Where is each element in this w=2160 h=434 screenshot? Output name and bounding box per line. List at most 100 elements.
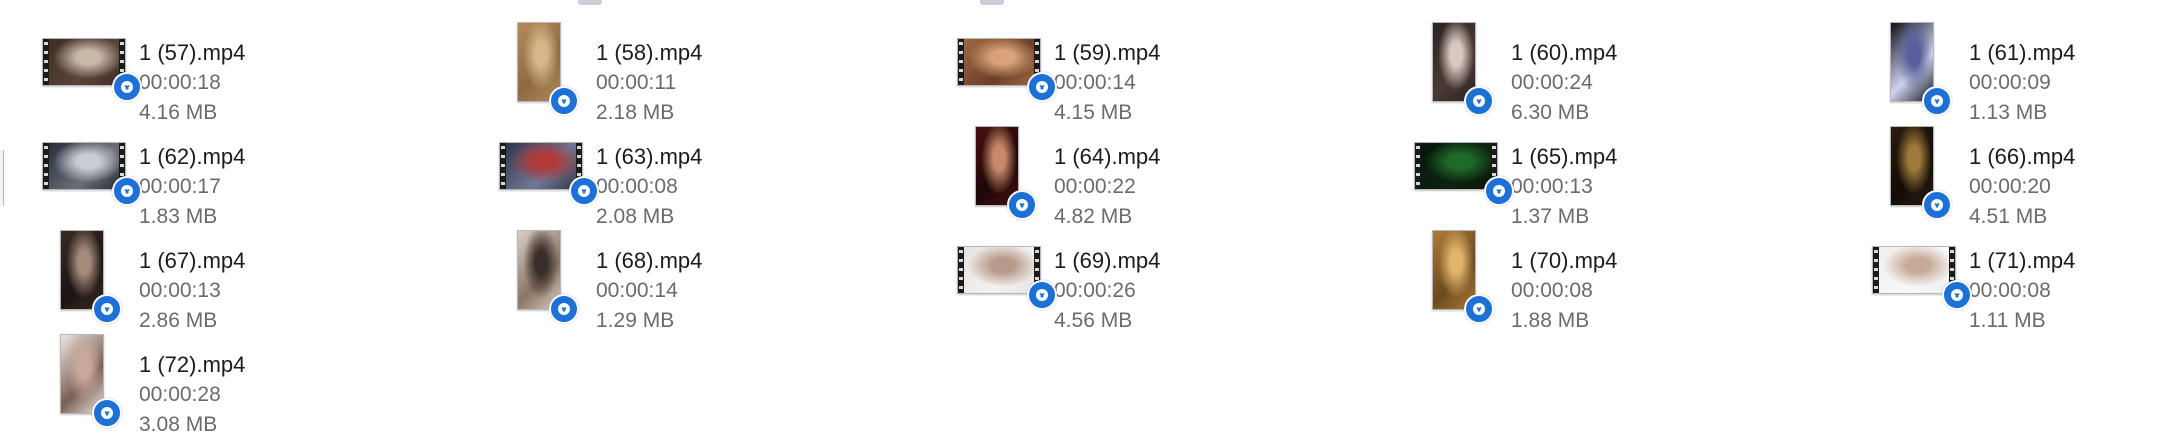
file-name: 1 (64).mp4 <box>1054 144 1161 169</box>
video-player-icon <box>1007 190 1037 220</box>
file-thumbnail-area <box>1412 122 1514 218</box>
file-thumbnail-area <box>1412 226 1498 324</box>
file-tile[interactable]: 1 (62).mp4 00:00:17 1.83 MB <box>0 122 320 228</box>
file-name: 1 (57).mp4 <box>139 40 246 65</box>
file-thumbnail-area <box>955 18 1057 114</box>
file-details: 1 (72).mp4 00:00:28 3.08 MB <box>139 350 245 434</box>
file-details: 1 (63).mp4 00:00:08 2.08 MB <box>596 142 702 232</box>
file-tile[interactable]: 1 (64).mp4 00:00:22 4.82 MB <box>915 122 1235 228</box>
file-thumbnail-area <box>1870 226 1972 322</box>
file-tile[interactable]: 1 (70).mp4 00:00:08 1.88 MB <box>1372 226 1692 332</box>
file-tile[interactable]: 1 (58).mp4 00:00:11 2.18 MB <box>457 18 777 124</box>
file-details: 1 (68).mp4 00:00:14 1.29 MB <box>596 246 702 336</box>
file-thumbnail-area <box>40 18 142 114</box>
video-player-icon <box>1027 72 1057 102</box>
file-name: 1 (69).mp4 <box>1054 248 1161 273</box>
file-duration: 00:00:08 <box>1511 279 1593 302</box>
file-duration: 00:00:18 <box>139 71 221 94</box>
file-duration: 00:00:28 <box>139 383 221 406</box>
file-tile[interactable]: 1 (69).mp4 00:00:26 4.56 MB <box>915 226 1235 332</box>
file-thumbnail-area <box>497 18 583 116</box>
file-tile[interactable]: 1 (72).mp4 00:00:28 3.08 MB <box>0 330 320 434</box>
file-details: 1 (66).mp4 00:00:20 4.51 MB <box>1969 142 2075 232</box>
file-name: 1 (60).mp4 <box>1511 40 1618 65</box>
file-size: 1.29 MB <box>596 309 675 332</box>
file-name: 1 (70).mp4 <box>1511 248 1618 273</box>
file-thumbnail-area <box>955 122 1041 220</box>
video-player-icon <box>112 176 142 206</box>
video-player-icon <box>112 72 142 102</box>
file-tile[interactable]: 1 (63).mp4 00:00:08 2.08 MB <box>457 122 777 228</box>
file-duration: 00:00:11 <box>596 71 677 94</box>
video-player-icon <box>1464 86 1494 116</box>
file-name: 1 (58).mp4 <box>596 40 703 65</box>
file-name: 1 (61).mp4 <box>1969 40 2076 65</box>
file-duration: 00:00:26 <box>1054 279 1136 302</box>
file-thumbnail-area <box>40 122 142 218</box>
file-duration: 00:00:22 <box>1054 175 1136 198</box>
file-tile[interactable]: 1 (59).mp4 00:00:14 4.15 MB <box>915 18 1235 124</box>
file-name: 1 (65).mp4 <box>1511 144 1618 169</box>
file-duration: 00:00:14 <box>596 279 678 302</box>
video-player-icon <box>1027 280 1057 310</box>
video-player-icon <box>549 86 579 116</box>
file-details: 1 (64).mp4 00:00:22 4.82 MB <box>1054 142 1160 232</box>
file-duration: 00:00:20 <box>1969 175 2051 198</box>
file-name: 1 (71).mp4 <box>1969 248 2076 273</box>
video-player-icon <box>569 176 599 206</box>
file-thumbnail-area <box>497 122 599 218</box>
file-name: 1 (63).mp4 <box>596 144 703 169</box>
file-tile[interactable]: 1 (57).mp4 00:00:18 4.16 MB <box>0 18 320 124</box>
file-duration: 00:00:13 <box>139 279 221 302</box>
file-duration: 00:00:17 <box>139 175 221 198</box>
video-player-icon <box>1942 280 1972 310</box>
file-details: 1 (62).mp4 00:00:17 1.83 MB <box>139 142 245 232</box>
file-tile[interactable]: 1 (66).mp4 00:00:20 4.51 MB <box>1830 122 2150 228</box>
file-name: 1 (72).mp4 <box>139 352 246 377</box>
video-player-icon <box>1922 190 1952 220</box>
file-name: 1 (68).mp4 <box>596 248 703 273</box>
file-name: 1 (67).mp4 <box>139 248 246 273</box>
video-player-icon <box>1464 294 1494 324</box>
video-player-icon <box>549 294 579 324</box>
file-duration: 00:00:14 <box>1054 71 1136 94</box>
file-duration: 00:00:13 <box>1511 175 1593 198</box>
file-name: 1 (66).mp4 <box>1969 144 2076 169</box>
file-details: 1 (71).mp4 00:00:08 1.11 MB <box>1969 246 2075 336</box>
file-duration: 00:00:08 <box>1969 279 2051 302</box>
file-tile[interactable]: 1 (71).mp4 00:00:08 1.11 MB <box>1830 226 2150 332</box>
file-thumbnail-area <box>955 226 1057 322</box>
file-details: 1 (61).mp4 00:00:09 1.13 MB <box>1969 38 2075 128</box>
file-details: 1 (57).mp4 00:00:18 4.16 MB <box>139 38 245 128</box>
file-duration: 00:00:09 <box>1969 71 2051 94</box>
file-tile[interactable]: 1 (61).mp4 00:00:09 1.13 MB <box>1830 18 2150 124</box>
file-thumbnail-area <box>1412 18 1498 116</box>
video-player-icon <box>1484 176 1514 206</box>
file-thumbnail-area <box>1870 18 1956 116</box>
file-grid: 1 (57).mp4 00:00:18 4.16 MB 1 (58).mp4 00:00… <box>0 0 2160 434</box>
file-details: 1 (58).mp4 00:00:11 2.18 MB <box>596 38 702 128</box>
file-size: 1.11 MB <box>1969 309 2046 332</box>
video-player-icon <box>92 294 122 324</box>
video-player-icon <box>92 398 122 428</box>
video-player-icon <box>1922 86 1952 116</box>
file-duration: 00:00:08 <box>596 175 678 198</box>
file-size: 3.08 MB <box>139 413 218 434</box>
file-duration: 00:00:24 <box>1511 71 1593 94</box>
file-tile[interactable]: 1 (68).mp4 00:00:14 1.29 MB <box>457 226 777 332</box>
file-tile[interactable]: 1 (65).mp4 00:00:13 1.37 MB <box>1372 122 1692 228</box>
file-size: 4.56 MB <box>1054 309 1133 332</box>
file-details: 1 (59).mp4 00:00:14 4.15 MB <box>1054 38 1160 128</box>
file-thumbnail-area <box>40 330 126 428</box>
file-size: 1.88 MB <box>1511 309 1590 332</box>
file-details: 1 (67).mp4 00:00:13 2.86 MB <box>139 246 245 336</box>
file-thumbnail-area <box>40 226 126 324</box>
file-tile[interactable]: 1 (67).mp4 00:00:13 2.86 MB <box>0 226 320 332</box>
file-thumbnail-area <box>497 226 583 324</box>
file-tile[interactable]: 1 (60).mp4 00:00:24 6.30 MB <box>1372 18 1692 124</box>
file-details: 1 (70).mp4 00:00:08 1.88 MB <box>1511 246 1617 336</box>
file-details: 1 (65).mp4 00:00:13 1.37 MB <box>1511 142 1617 232</box>
file-explorer-tiles-view: 1 (57).mp4 00:00:18 4.16 MB 1 (58).mp4 00:00… <box>0 0 2160 434</box>
file-details: 1 (60).mp4 00:00:24 6.30 MB <box>1511 38 1617 128</box>
file-name: 1 (59).mp4 <box>1054 40 1161 65</box>
